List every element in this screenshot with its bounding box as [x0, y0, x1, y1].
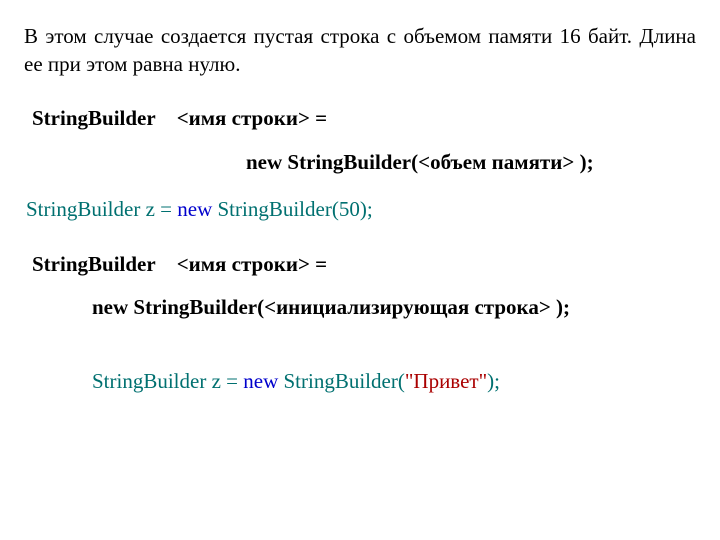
declaration-2-line-2: new StringBuilder(<инициализирующая стро…	[92, 295, 570, 320]
slide: В этом случае создается пустая строка с …	[0, 0, 720, 540]
arg-placeholder: <объем памяти>	[418, 150, 574, 174]
example-2-suffix: );	[487, 369, 500, 393]
example-1-suffix: StringBuilder(50);	[212, 197, 372, 221]
example-2: StringBuilder z = new StringBuilder("При…	[92, 369, 500, 394]
string-literal: "Привет"	[405, 369, 487, 393]
declaration-2-line-1: StringBuilder <имя строки> =	[32, 252, 327, 277]
example-2-prefix: StringBuilder z =	[92, 369, 243, 393]
new-keyword: new	[177, 197, 212, 221]
declaration-1-line-2: new StringBuilder(<объем памяти> );	[246, 150, 594, 175]
example-1: StringBuilder z = new StringBuilder(50);	[26, 197, 373, 222]
new-keyword: new	[246, 150, 282, 174]
arg-placeholder: <инициализирующая строка>	[264, 295, 551, 319]
type-keyword: StringBuilder	[32, 252, 156, 276]
new-keyword: new	[243, 369, 278, 393]
intro-paragraph: В этом случае создается пустая строка с …	[24, 22, 696, 79]
example-2-mid: StringBuilder(	[278, 369, 405, 393]
equals-sign: =	[310, 252, 327, 276]
type-keyword: StringBuilder	[32, 106, 156, 130]
example-1-prefix: StringBuilder z =	[26, 197, 177, 221]
constructor-close: );	[551, 295, 570, 319]
declaration-1-line-1: StringBuilder <имя строки> =	[32, 106, 327, 131]
constructor-open: StringBuilder(	[282, 150, 418, 174]
constructor-close: );	[574, 150, 593, 174]
name-placeholder: <имя строки>	[177, 252, 310, 276]
constructor-open: StringBuilder(	[128, 295, 264, 319]
name-placeholder: <имя строки>	[177, 106, 310, 130]
equals-sign: =	[310, 106, 327, 130]
new-keyword: new	[92, 295, 128, 319]
